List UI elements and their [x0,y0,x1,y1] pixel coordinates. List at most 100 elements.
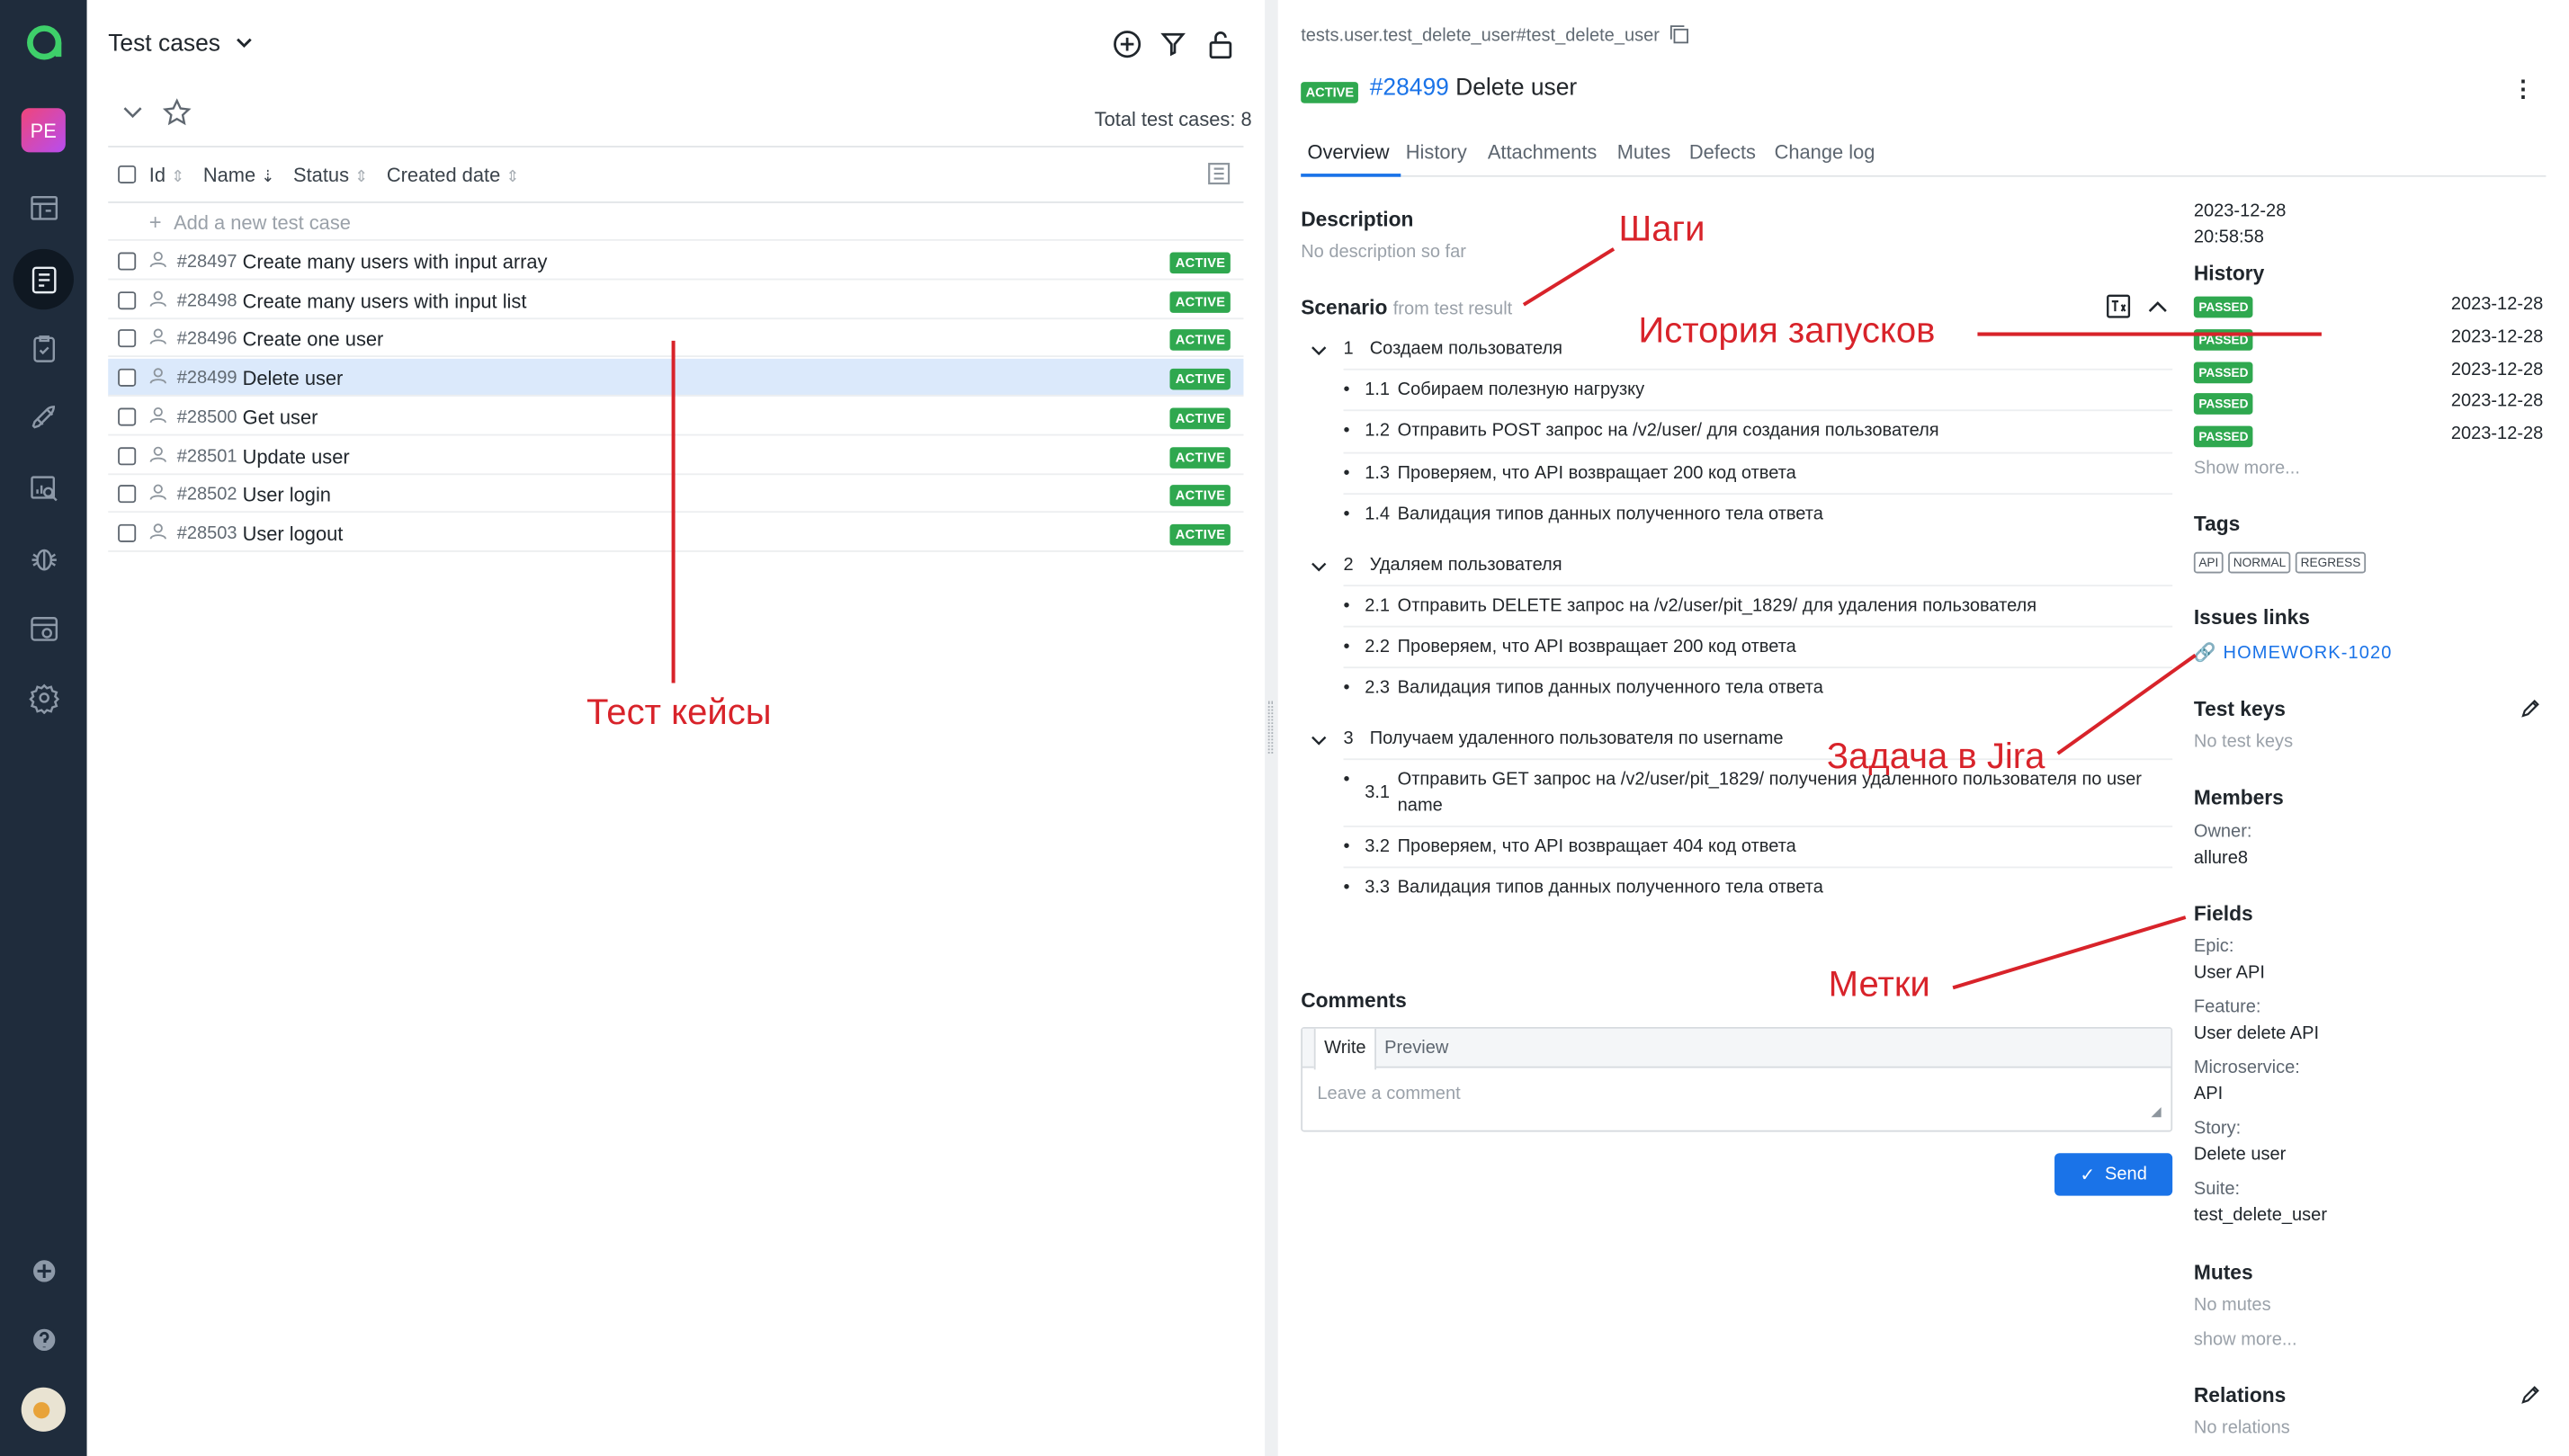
tab-attachments[interactable]: Attachments [1488,141,1597,164]
manual-user-icon [149,328,167,351]
step-divider [1343,625,2173,628]
field-value: User API [2193,962,2265,983]
table-row[interactable]: #28500 Get user ACTIVE [108,397,1244,436]
allure-logo-icon[interactable] [22,20,66,64]
unlock-icon[interactable] [1207,30,1233,59]
history-status-badge[interactable]: PASSED [2193,328,2253,351]
table-row[interactable]: #28502 User login ACTIVE [108,476,1244,514]
annotation-labels: Метки [1828,962,1930,1005]
write-tab[interactable]: Write [1313,1028,1376,1070]
table-row[interactable]: #28503 User logout ACTIVE [108,514,1244,552]
bullet: • [1343,505,1350,525]
tag-chip[interactable]: REGRESS [2296,551,2366,574]
sort-icon: ⇕ [171,168,185,187]
add-project-icon[interactable] [22,1248,66,1292]
table-row[interactable]: #28501 Update user ACTIVE [108,436,1244,475]
field-label: Feature: [2193,997,2261,1018]
edit-pencil-icon[interactable] [2520,698,2541,719]
row-checkbox[interactable] [118,368,137,388]
launches-icon[interactable] [22,326,66,370]
copy-icon[interactable] [1669,24,1689,44]
select-all-checkbox[interactable] [118,165,137,183]
row-checkbox[interactable] [118,446,137,465]
history-show-more[interactable]: Show more... [2194,459,2300,478]
page-title[interactable]: Test cases [108,31,253,58]
substep-number: 3.1 [1365,782,1391,803]
relations-heading: Relations [2193,1384,2287,1407]
comment-input[interactable]: Leave a comment [1317,1085,1460,1104]
manual-user-icon [149,445,167,468]
panel-splitter[interactable] [1265,0,1278,1456]
edit-pencil-icon[interactable] [2520,1384,2541,1406]
jobs-icon[interactable] [22,606,66,650]
row-checkbox[interactable] [118,252,137,271]
tab-history[interactable]: History [1406,141,1467,164]
add-test-case-row[interactable]: + Add a new test case [108,203,1244,241]
tab-overview[interactable]: Overview [1307,141,1389,164]
relations-value: No relations [2193,1418,2290,1439]
mutes-value: No mutes [2193,1295,2271,1316]
project-avatar[interactable]: PE [21,108,66,153]
defects-bug-icon[interactable] [22,536,66,580]
row-checkbox[interactable] [118,290,137,309]
tag-chip[interactable]: NORMAL [2228,551,2291,574]
help-icon[interactable] [22,1317,66,1361]
bullet: • [1343,380,1350,400]
add-circle-icon[interactable] [1113,30,1142,59]
columns-settings-icon[interactable] [1206,160,1232,186]
column-status[interactable]: Status ⇕ [293,164,368,186]
row-checkbox[interactable] [118,485,137,504]
splitter-handle[interactable] [1267,701,1274,754]
star-icon[interactable] [162,98,192,126]
history-status-badge[interactable]: PASSED [2193,296,2253,318]
chevron-up-icon[interactable] [2146,297,2169,317]
field-value: API [2193,1084,2224,1104]
column-created[interactable]: Created date ⇕ [387,164,520,186]
user-avatar[interactable] [21,1387,66,1432]
rocket-icon[interactable] [22,395,66,439]
settings-gear-icon[interactable] [22,674,66,719]
history-status-badge[interactable]: PASSED [2193,361,2253,383]
row-name: User login [242,483,331,507]
send-button[interactable]: ✓ Send [2054,1153,2173,1196]
step-divider [1343,667,2173,669]
more-menu-icon[interactable]: ⋮ [2511,76,2534,103]
issue-link[interactable]: 🔗 HOMEWORK-1020 [2194,642,2393,664]
filter-icon[interactable] [1160,31,1186,58]
row-checkbox[interactable] [118,407,137,426]
preview-tab[interactable]: Preview [1384,1039,1448,1059]
test-cases-icon[interactable] [13,248,74,310]
row-name: Create many users with input list [242,289,527,313]
dashboard-icon[interactable] [22,185,66,229]
collapse-chevron-icon[interactable] [121,103,144,123]
translate-icon[interactable] [2105,293,2131,319]
history-status-badge[interactable]: PASSED [2193,393,2253,415]
table-row[interactable]: #28499 Delete user ACTIVE [108,359,1244,397]
mutes-show-more[interactable]: show more... [2194,1330,2297,1350]
detail-id[interactable]: #28499 [1370,76,1449,102]
table-row[interactable]: #28496 Create one user ACTIVE [108,320,1244,358]
sort-desc-icon: ⇣ [261,168,275,187]
step-divider [1343,757,2173,760]
owner-label: Owner: [2193,822,2252,843]
substep-text: Валидация типов данных полученного тела … [1397,505,1823,525]
column-id[interactable]: Id ⇕ [149,164,185,186]
history-status-badge[interactable]: PASSED [2193,425,2253,448]
history-date: 2023-12-28 [2450,294,2544,315]
row-checkbox[interactable] [118,523,137,542]
bullet: • [1343,836,1350,857]
field-label: Microservice: [2193,1058,2300,1078]
tab-change-log[interactable]: Change log [1775,141,1875,164]
row-checkbox[interactable] [118,329,137,348]
resize-handle-icon[interactable]: ◢ [2151,1104,2161,1119]
row-id: #28497 [176,252,237,272]
tab-mutes[interactable]: Mutes [1617,141,1671,164]
table-row[interactable]: #28497 Create many users with input array… [108,243,1244,281]
column-name[interactable]: Name ⇣ [203,164,275,186]
tag-chip[interactable]: API [2193,551,2224,574]
tab-defects[interactable]: Defects [1689,141,1756,164]
analytics-icon[interactable] [22,465,66,509]
field-value: User delete API [2193,1023,2320,1044]
issues-heading: Issues links [2193,605,2310,630]
table-row[interactable]: #28498 Create many users with input list A… [108,281,1244,319]
